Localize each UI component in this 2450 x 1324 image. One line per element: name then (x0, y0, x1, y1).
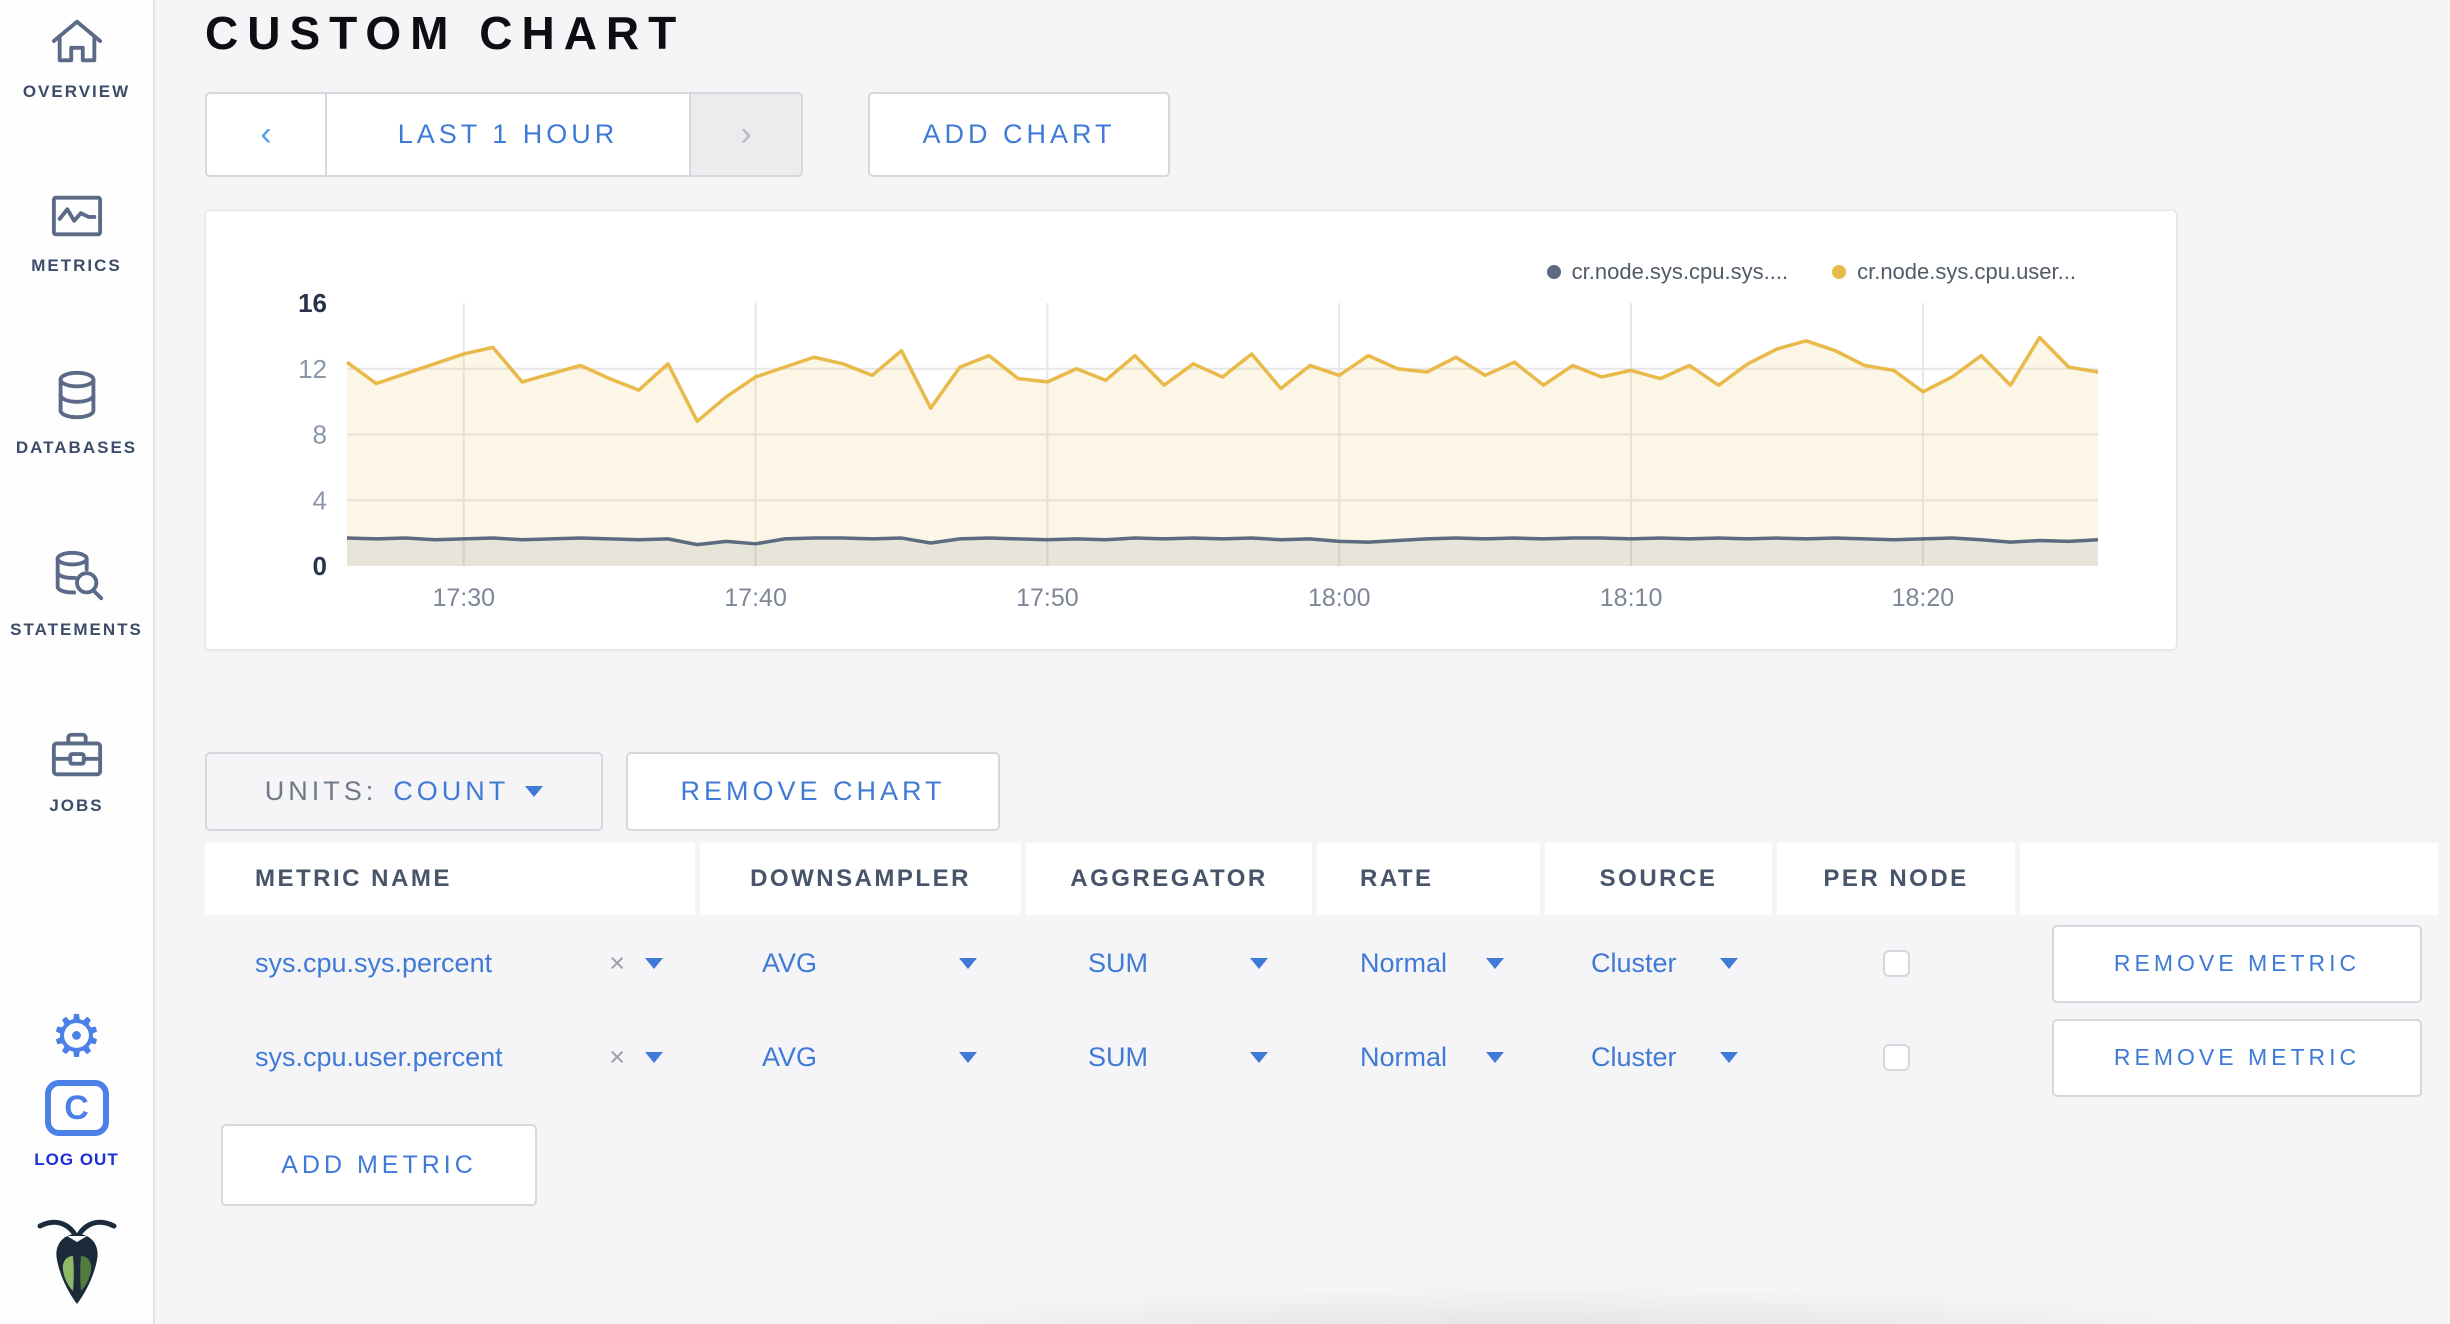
aggregator-dropdown[interactable]: SUM (1026, 914, 1312, 1013)
column-header-actions (2020, 843, 2438, 915)
custom-chart-page: OVERVIEW METRICS DATABASES STATEMENTS JO… (0, 0, 2450, 1324)
chevron-down-icon (1486, 958, 1504, 969)
svg-text:18:20: 18:20 (1892, 584, 1955, 612)
table-row: sys.cpu.user.percent × AVG SUM Normal Cl… (205, 1008, 2438, 1107)
sidebar-item-label: JOBS (49, 796, 104, 815)
remove-metric-button[interactable]: REMOVE METRIC (2052, 924, 2422, 1003)
sidebar-item-overview[interactable]: OVERVIEW (0, 16, 153, 102)
remove-metric-button[interactable]: REMOVE METRIC (2052, 1018, 2422, 1097)
table-row: sys.cpu.sys.percent × AVG SUM Normal Clu… (205, 914, 2438, 1013)
sidebar-item-jobs[interactable]: JOBS (0, 728, 153, 816)
downsampler-dropdown[interactable]: AVG (700, 1008, 1021, 1107)
column-header-downsampler: DOWNSAMPLER (700, 843, 1021, 915)
metric-name-link[interactable]: sys.cpu.user.percent (255, 1042, 503, 1073)
svg-text:16: 16 (298, 288, 327, 318)
chevron-down-icon (1486, 1052, 1504, 1063)
time-range-prev-button[interactable]: ‹ (207, 94, 325, 175)
chart-card: cr.node.sys.cpu.sys.... cr.node.sys.cpu.u… (205, 210, 2177, 650)
chevron-down-icon (959, 958, 977, 969)
gear-icon: ⚙ (50, 1004, 103, 1069)
sidebar-item-label: DATABASES (15, 438, 138, 457)
per-node-checkbox[interactable] (1882, 950, 1910, 977)
svg-text:18:10: 18:10 (1600, 584, 1663, 612)
source-dropdown[interactable]: Cluster (1545, 914, 1772, 1013)
chevron-down-icon (1250, 1052, 1268, 1063)
remove-chart-button[interactable]: REMOVE CHART (626, 752, 1000, 831)
legend-dot-icon (1546, 265, 1561, 279)
main-content: CUSTOM CHART ‹ LAST 1 HOUR › ADD CHART c… (157, 0, 2450, 1324)
chevron-down-icon[interactable] (645, 1052, 663, 1063)
chevron-down-icon (525, 786, 544, 797)
sidebar-item-label: METRICS (31, 256, 122, 275)
svg-text:17:50: 17:50 (1016, 584, 1079, 612)
sidebar-item-label: OVERVIEW (22, 82, 131, 101)
units-label: UNITS: (264, 776, 378, 806)
time-range-selector: ‹ LAST 1 HOUR › (205, 92, 803, 177)
svg-text:12: 12 (298, 354, 327, 384)
sidebar: OVERVIEW METRICS DATABASES STATEMENTS JO… (0, 0, 155, 1324)
legend-item[interactable]: cr.node.sys.cpu.sys.... (1546, 259, 1789, 285)
home-icon (48, 16, 106, 68)
column-header-source: SOURCE (1545, 843, 1772, 915)
downsampler-dropdown[interactable]: AVG (700, 914, 1021, 1013)
chevron-left-icon: ‹ (260, 115, 272, 153)
source-dropdown[interactable]: Cluster (1545, 1008, 1772, 1107)
settings-button[interactable]: ⚙ (0, 1008, 153, 1066)
bottom-scroll-shadow (637, 1278, 2450, 1324)
per-node-checkbox[interactable] (1882, 1044, 1910, 1071)
time-range-next-button[interactable]: › (691, 94, 801, 175)
chart-legend: cr.node.sys.cpu.sys.... cr.node.sys.cpu.u… (1546, 259, 2076, 285)
metrics-icon (48, 190, 106, 242)
logout-button[interactable]: C LOG OUT (0, 1080, 153, 1170)
svg-text:17:30: 17:30 (432, 584, 495, 612)
sidebar-item-databases[interactable]: DATABASES (0, 368, 153, 458)
chevron-down-icon (1720, 1052, 1738, 1063)
clear-metric-icon[interactable]: × (609, 1042, 625, 1073)
chevron-down-icon (959, 1052, 977, 1063)
cockroach-c-icon: C (44, 1080, 109, 1136)
column-header-rate: RATE (1317, 843, 1540, 915)
svg-text:0: 0 (313, 551, 327, 581)
chevron-down-icon[interactable] (645, 958, 663, 969)
chevron-down-icon (1250, 958, 1268, 969)
briefcase-icon (48, 728, 106, 782)
database-icon (48, 368, 106, 424)
svg-text:4: 4 (313, 485, 327, 515)
sidebar-item-metrics[interactable]: METRICS (0, 190, 153, 276)
rate-dropdown[interactable]: Normal (1317, 1008, 1540, 1107)
column-header-aggregator: AGGREGATOR (1026, 843, 1312, 915)
svg-text:17:40: 17:40 (724, 584, 787, 612)
legend-item[interactable]: cr.node.sys.cpu.user... (1832, 259, 2076, 285)
clear-metric-icon[interactable]: × (609, 948, 625, 979)
chevron-down-icon (1720, 958, 1738, 969)
svg-text:18:00: 18:00 (1308, 584, 1371, 612)
metrics-table-header: METRIC NAME DOWNSAMPLER AGGREGATOR RATE … (205, 843, 2438, 915)
add-metric-button[interactable]: ADD METRIC (221, 1124, 537, 1206)
chevron-right-icon: › (740, 115, 752, 153)
svg-text:8: 8 (313, 420, 327, 450)
sidebar-item-statements[interactable]: STATEMENTS (0, 548, 153, 640)
rate-dropdown[interactable]: Normal (1317, 914, 1540, 1013)
logout-label: LOG OUT (34, 1150, 119, 1169)
column-header-per-node: PER NODE (1777, 843, 2015, 915)
metric-name-link[interactable]: sys.cpu.sys.percent (255, 948, 492, 979)
legend-dot-icon (1832, 265, 1847, 279)
time-range-dropdown[interactable]: LAST 1 HOUR (325, 94, 691, 175)
units-dropdown[interactable]: UNITS: COUNT (205, 752, 603, 831)
add-chart-button[interactable]: ADD CHART (868, 92, 1170, 177)
column-header-metric-name: METRIC NAME (205, 843, 695, 915)
aggregator-dropdown[interactable]: SUM (1026, 1008, 1312, 1107)
sidebar-item-label: STATEMENTS (10, 620, 143, 639)
cockroach-logo[interactable] (0, 1212, 153, 1308)
cockroach-bug-icon (34, 1212, 120, 1308)
statements-icon (47, 548, 107, 606)
legend-label: cr.node.sys.cpu.user... (1857, 259, 2076, 284)
legend-label: cr.node.sys.cpu.sys.... (1571, 259, 1789, 284)
page-title: CUSTOM CHART (205, 7, 686, 59)
